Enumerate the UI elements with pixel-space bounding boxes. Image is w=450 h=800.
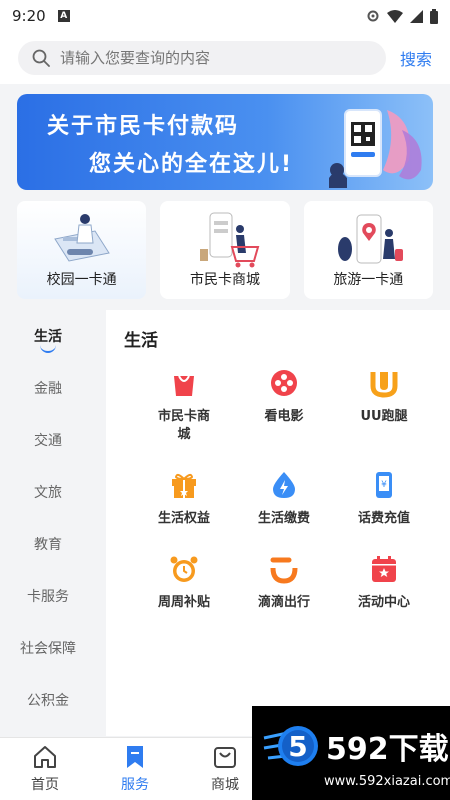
watermark-url: www.592xiazai.com: [324, 773, 450, 789]
nav-service-label: 服务: [121, 777, 149, 793]
phone-yen-icon: ¥: [376, 472, 392, 498]
bookmark-icon: [127, 746, 143, 768]
settings-gear-icon: [367, 10, 379, 22]
alarm-clock-icon: [170, 556, 198, 582]
service-event-center[interactable]: 活动中心: [334, 552, 434, 612]
search-icon: [32, 49, 50, 67]
status-icons: [366, 8, 438, 24]
shopping-bag-icon: [174, 375, 194, 396]
film-reel-icon: [271, 370, 297, 396]
service-phone-recharge[interactable]: ¥ 话费充值: [334, 468, 434, 528]
status-time: 9:20: [12, 7, 46, 25]
feature-card-mall[interactable]: 市民卡商城: [160, 201, 290, 299]
watermark-logo-digit: 5: [288, 730, 307, 763]
feature-card-campus[interactable]: 校园一卡通: [17, 201, 147, 299]
travel-map-illustration: [338, 214, 404, 264]
app-notification-icon: A: [57, 10, 70, 22]
feature-card-label: 市民卡商城: [189, 272, 260, 288]
uu-logo-icon: [370, 372, 398, 398]
category-item-social-security[interactable]: 社会保障: [0, 622, 96, 674]
service-label: 话费充值: [357, 511, 410, 526]
campus-card-illustration: [53, 214, 110, 262]
service-utility-payment[interactable]: 生活缴费: [234, 468, 334, 528]
category-item-housing-fund[interactable]: 公积金: [0, 674, 96, 726]
panel-title: 生活: [124, 331, 158, 351]
battery-icon: [430, 8, 438, 24]
search-row: 搜索: [0, 32, 450, 84]
feature-card-travel[interactable]: 旅游一卡通: [303, 201, 433, 299]
home-icon: [34, 746, 56, 768]
service-weekly-subsidy[interactable]: 周周补贴: [134, 552, 234, 612]
service-panel: 生活 市民卡商城 看电影 UU跑腿 生活权益 生活缴费 ¥ 话费充值 周周补贴: [106, 310, 450, 736]
service-label: 滴滴出行: [257, 595, 310, 610]
svg-text:¥: ¥: [381, 480, 387, 490]
service-label: 看电影: [264, 409, 304, 424]
watermark-main: 5 592下载: [262, 718, 450, 774]
droplet-bolt-icon: [273, 472, 295, 498]
service-uu-errand[interactable]: UU跑腿: [334, 366, 434, 444]
service-label: 活动中心: [357, 595, 410, 610]
gift-icon: [172, 473, 196, 498]
category-item-transport[interactable]: 交通: [0, 414, 96, 466]
watermark-overlay: 5 592下载 www.592xiazai.com: [252, 706, 450, 800]
service-label: 生活缴费: [257, 511, 310, 526]
category-item-finance[interactable]: 金融: [0, 362, 96, 414]
promo-banner[interactable]: 关于市民卡付款码 您关心的全在这儿!: [17, 94, 433, 190]
nav-mall-label: 商城: [211, 777, 239, 793]
service-label: 生活权益: [157, 511, 210, 526]
banner-phone-qr-illustration: [329, 109, 422, 188]
status-bar: 9:20 A: [0, 0, 450, 32]
watermark-logo-icon: 5: [263, 725, 318, 766]
didi-logo-icon: [270, 557, 298, 584]
search-button[interactable]: 搜索: [400, 46, 432, 70]
signal-icon: [410, 9, 423, 23]
category-sidebar: 生活 金融 交通 文旅 教育 卡服务 社会保障 公积金: [0, 310, 96, 736]
service-life-benefits[interactable]: 生活权益: [134, 468, 234, 528]
wifi-icon: [387, 9, 403, 23]
calendar-star-icon: [372, 556, 396, 582]
banner-title-line1: 关于市民卡付款码: [47, 114, 240, 139]
service-label: 市民卡商城: [157, 409, 210, 442]
service-label: 周周补贴: [157, 595, 210, 610]
service-citizen-mall[interactable]: 市民卡商城: [134, 366, 234, 444]
feature-card-label: 旅游一卡通: [333, 272, 404, 288]
banner-title-line2: 您关心的全在这儿!: [89, 152, 294, 177]
category-item-life[interactable]: 生活: [0, 310, 96, 362]
nav-home[interactable]: 首页: [0, 738, 90, 800]
service-didi[interactable]: 滴滴出行: [234, 552, 334, 612]
mall-cart-illustration: [199, 212, 260, 268]
category-item-culture-travel[interactable]: 文旅: [0, 466, 96, 518]
nav-home-label: 首页: [31, 777, 59, 793]
watermark-title: 592下载: [326, 731, 449, 767]
feature-cards: 校园一卡通 市民卡商城 旅游一卡通: [17, 201, 433, 299]
service-label: UU跑腿: [360, 409, 408, 424]
service-grid: 市民卡商城 看电影 UU跑腿 生活权益 生活缴费 ¥ 话费充值 周周补贴 滴滴出: [134, 366, 434, 612]
shopping-bag-outline-icon: [214, 747, 236, 768]
feature-card-label: 校园一卡通: [46, 272, 117, 288]
search-box[interactable]: [18, 41, 386, 75]
category-item-education[interactable]: 教育: [0, 518, 96, 570]
service-movie[interactable]: 看电影: [234, 366, 334, 444]
nav-service[interactable]: 服务: [90, 738, 180, 800]
category-item-card-service[interactable]: 卡服务: [0, 570, 96, 622]
search-input[interactable]: [60, 49, 320, 67]
